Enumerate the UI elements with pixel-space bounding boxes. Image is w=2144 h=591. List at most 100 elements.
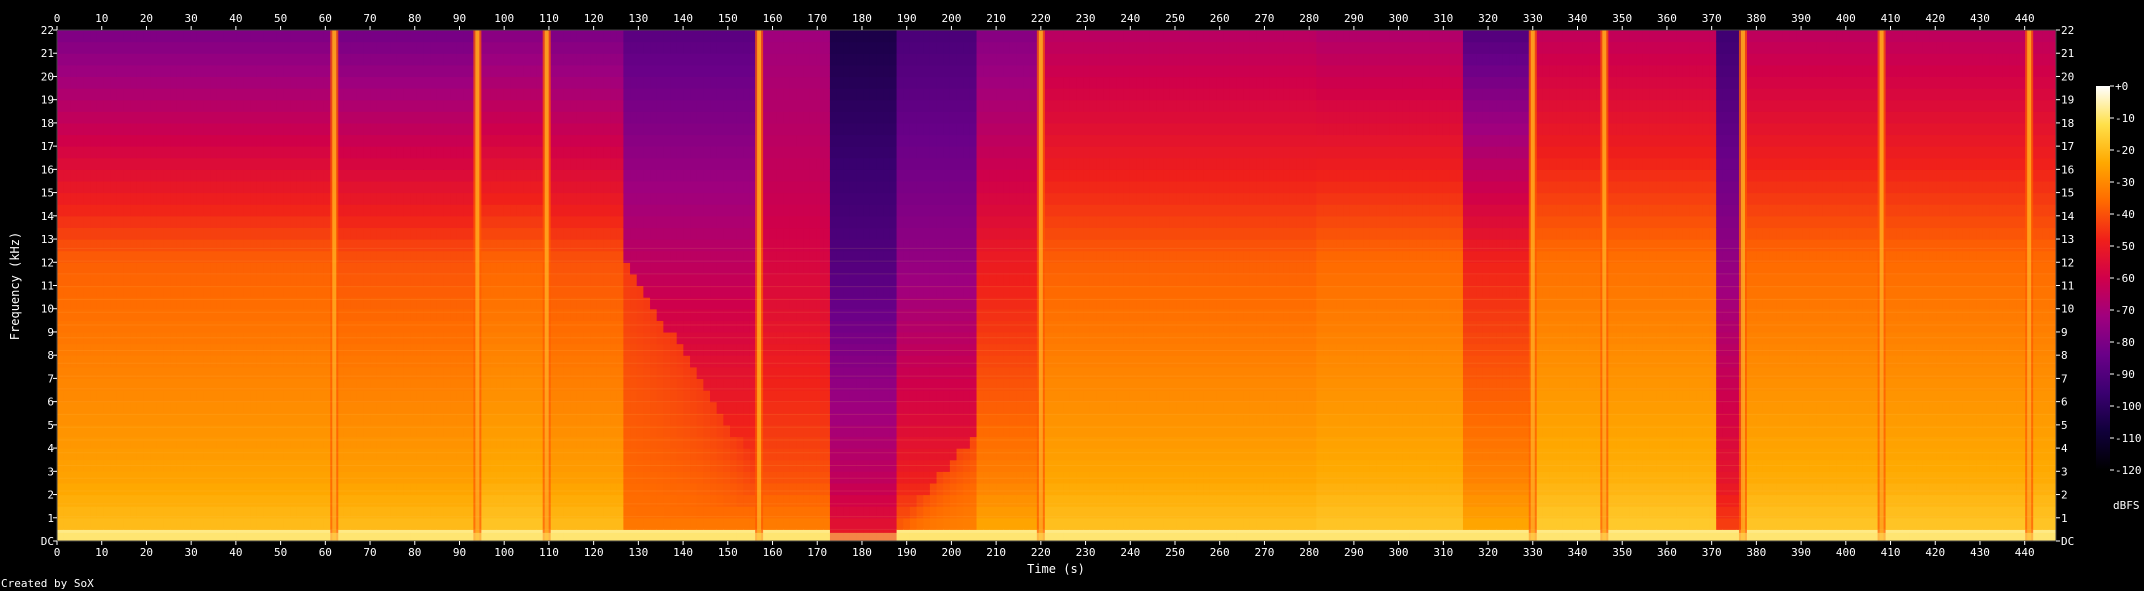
- spectrogram-cell: [463, 122, 471, 136]
- spectrogram-cell: [736, 192, 744, 205]
- spectrogram-cell: [783, 157, 791, 170]
- spectrogram-cell: [636, 169, 644, 182]
- spectrogram-cell: [110, 111, 118, 124]
- spectrogram-cell: [503, 30, 511, 43]
- spectrogram-cell: [123, 180, 131, 194]
- spectrogram-cell: [76, 111, 85, 124]
- spectrogram-cell: [210, 111, 218, 124]
- spectrogram-cell: [650, 215, 658, 229]
- spectrogram-cell: [310, 494, 318, 507]
- spectrogram-cell: [396, 227, 405, 240]
- spectrogram-cell: [216, 169, 225, 182]
- spectrogram-cell: [96, 436, 105, 449]
- spectrogram-cell: [83, 30, 91, 43]
- spectrogram-cell: [390, 122, 398, 136]
- spectrogram-cell: [263, 448, 271, 461]
- spectrogram-cell: [650, 99, 658, 112]
- spectrogram-cell: [256, 320, 265, 333]
- spectrogram-cell: [216, 227, 225, 240]
- spectrogram-cell: [376, 30, 385, 43]
- spectrogram-cell: [256, 53, 265, 66]
- spectrogram-cell: [396, 192, 405, 205]
- spectrogram-cell: [590, 390, 598, 403]
- spectrogram-cell: [170, 157, 178, 170]
- spectrogram-cell: [303, 471, 311, 484]
- spectrogram-cell: [683, 215, 691, 229]
- spectrogram-cell: [230, 285, 238, 298]
- spectrogram-cell: [570, 99, 578, 112]
- spectrogram-cell: [676, 482, 684, 496]
- spectrogram-cell: [390, 76, 398, 89]
- spectrogram-cell: [503, 239, 511, 252]
- spectrogram-cell: [550, 169, 558, 182]
- spectrogram-cell: [143, 192, 151, 205]
- spectrogram-cell: [70, 517, 78, 530]
- spectrogram-cell: [296, 436, 305, 449]
- spectrogram-cell: [443, 401, 451, 414]
- spectrogram-cell: [656, 273, 664, 287]
- spectrogram-cell: [290, 343, 298, 356]
- spectrogram-cell: [210, 320, 218, 333]
- spectrogram-cell: [436, 215, 445, 229]
- spectrogram-cell: [503, 471, 511, 484]
- spectrogram-cell: [710, 320, 718, 333]
- spectrogram-cell: [143, 64, 151, 78]
- spectrogram-cell: [603, 99, 611, 112]
- spectrogram-cell: [57, 262, 65, 275]
- spectrogram-cell: [676, 157, 684, 170]
- spectrogram-cell: [216, 471, 225, 484]
- spectrogram-cell: [356, 88, 365, 101]
- spectrogram-cell: [76, 448, 85, 461]
- spectrogram-cell: [803, 308, 811, 321]
- spectrogram-cell: [643, 122, 651, 136]
- spectrogram-cell: [803, 239, 811, 252]
- spectrogram-cell: [516, 64, 525, 78]
- spectrogram-cell: [796, 53, 804, 66]
- spectrogram-cell: [63, 227, 71, 240]
- spectrogram-cell: [516, 413, 525, 426]
- spectrogram-cell: [250, 88, 258, 101]
- spectrogram-cell: [96, 41, 105, 54]
- spectrogram-cell: [416, 88, 425, 101]
- spectrogram-cell: [290, 157, 298, 170]
- spectrogram-cell: [423, 308, 431, 321]
- spectrogram-cell: [316, 320, 325, 333]
- spectrogram-cell: [76, 227, 85, 240]
- spectrogram-cell: [216, 320, 225, 333]
- spectrogram-cell: [676, 390, 684, 403]
- spectrogram-cell: [530, 134, 538, 147]
- spectrogram-cell: [376, 53, 385, 66]
- spectrogram-cell: [150, 366, 158, 380]
- spectrogram-cell: [683, 146, 691, 159]
- spectrogram-cell: [576, 262, 584, 275]
- spectrogram-cell: [70, 308, 78, 321]
- spectrogram-cell: [803, 134, 811, 147]
- spectrogram-cell: [463, 41, 471, 54]
- spectrogram-cell: [390, 517, 398, 530]
- spectrogram-cell: [663, 227, 671, 240]
- spectrogram-cell: [516, 239, 525, 252]
- spectrogram-cell: [176, 76, 185, 89]
- spectrogram-cell: [510, 448, 518, 461]
- spectrogram-cell: [789, 169, 798, 182]
- spectrogram-cell: [123, 366, 131, 380]
- spectrogram-cell: [516, 99, 525, 112]
- spectrogram-cell: [610, 169, 618, 182]
- spectrogram-cell: [170, 215, 178, 229]
- spectrogram-cell: [116, 30, 125, 43]
- spectrogram-cell: [716, 494, 724, 507]
- spectrogram-cell: [650, 390, 658, 403]
- spectrogram-cell: [250, 239, 258, 252]
- spectrogram-cell: [503, 215, 511, 229]
- spectrogram-cell: [550, 122, 558, 136]
- spectrogram-cell: [83, 239, 91, 252]
- spectrogram-cell: [216, 192, 225, 205]
- spectrogram-cell: [343, 192, 351, 205]
- spectrogram-cell: [516, 30, 525, 43]
- spectrogram-cell: [103, 122, 111, 136]
- spectrogram-cell: [63, 215, 71, 229]
- spectrogram-cell: [730, 494, 738, 507]
- spectrogram-cell: [250, 343, 258, 356]
- spectrogram-cell: [96, 517, 105, 530]
- spectrogram-cell: [789, 30, 798, 43]
